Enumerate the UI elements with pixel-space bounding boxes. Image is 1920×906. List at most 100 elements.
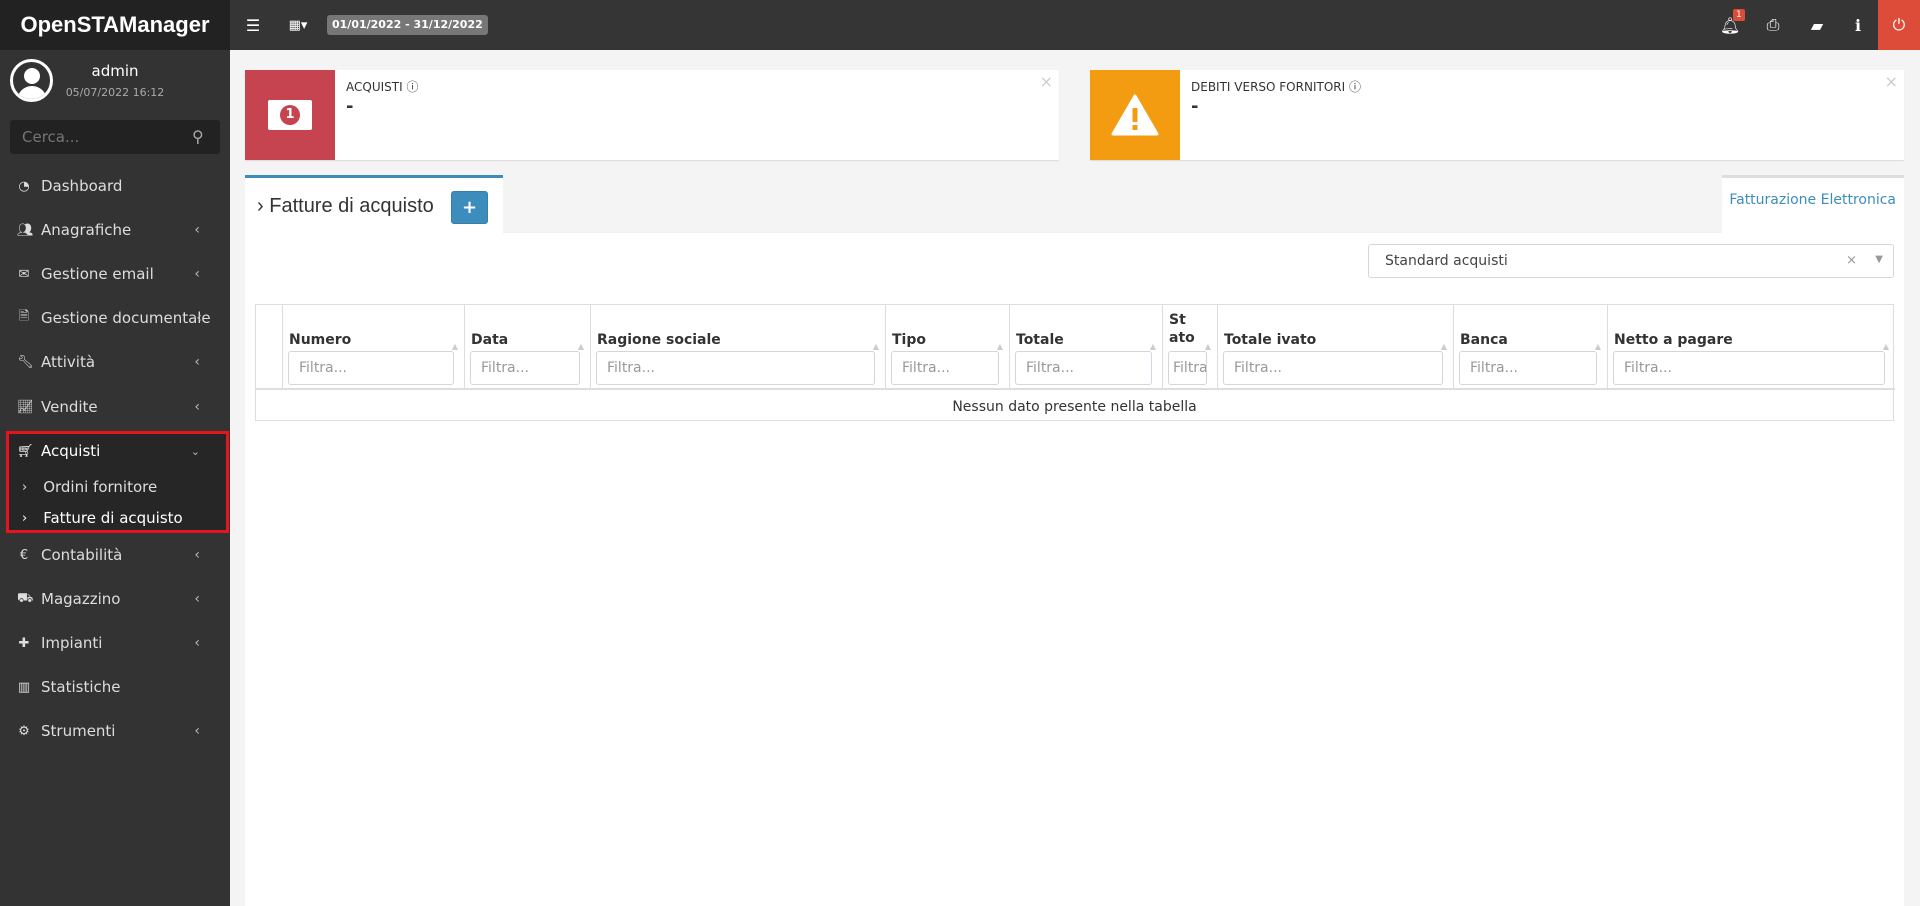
main-panel: › Fatture di acquisto + Fatturazione Ele… <box>245 175 1904 906</box>
sort-icon[interactable]: ▲ <box>997 342 1003 351</box>
sidebar-item-label: Vendite <box>41 398 98 416</box>
info-icon[interactable]: i <box>1838 0 1878 50</box>
search-icon[interactable]: ⚲ <box>192 127 204 146</box>
tab-bar: › Fatture di acquisto + Fatturazione Ele… <box>245 175 1904 234</box>
help-icon[interactable]: ⓘ <box>406 80 418 94</box>
close-icon[interactable]: × <box>1885 72 1898 91</box>
column-header-totale[interactable]: Totale ▲ <box>1010 305 1163 390</box>
column-header-data[interactable]: Data ▲ <box>465 305 591 390</box>
filter-input-numero[interactable] <box>288 351 454 385</box>
sidebar-item-attivita[interactable]: 🔧︎ Attività ‹ <box>0 344 230 380</box>
sort-icon[interactable]: ▲ <box>578 342 584 351</box>
sidebar-item-magazzino[interactable]: ⛟ Magazzino ‹ <box>0 581 230 617</box>
column-header-netto-a-pagare[interactable]: Netto a pagare ▲ <box>1608 305 1895 390</box>
add-button[interactable]: + <box>451 191 488 224</box>
help-icon[interactable]: ⓘ <box>1349 80 1361 94</box>
chevron-right-icon: › <box>22 479 28 495</box>
sidebar-item-vendite[interactable]: 📈︎ Vendite ‹ <box>0 389 230 425</box>
sidebar-item-label: Ordini fornitore <box>43 478 158 496</box>
filter-input-netto-a-pagare[interactable] <box>1613 351 1885 385</box>
sort-icon[interactable]: ▲ <box>1205 342 1211 351</box>
line-chart-icon: 📈︎ <box>17 399 34 415</box>
segment-select[interactable]: Standard acquisti × ▼ <box>1368 244 1894 278</box>
column-header-stato[interactable]: Stato ▲ <box>1163 305 1218 390</box>
book-icon[interactable]: ▰ <box>1797 0 1837 50</box>
close-icon[interactable]: × <box>1040 72 1053 91</box>
filter-input-data[interactable] <box>470 351 580 385</box>
sort-icon[interactable]: ▲ <box>452 342 458 351</box>
chevron-left-icon: ‹ <box>194 723 200 739</box>
column-header-banca[interactable]: Banca ▲ <box>1454 305 1608 390</box>
filter-input-tipo[interactable] <box>891 351 999 385</box>
chevron-left-icon: ‹ <box>194 399 200 415</box>
chevron-right-icon: › <box>257 195 264 217</box>
sort-icon[interactable]: ▲ <box>1441 342 1447 351</box>
filter-input-stato[interactable] <box>1168 351 1207 385</box>
sidebar-item-label: Anagrafiche <box>41 221 132 239</box>
sidebar-item-anagrafiche[interactable]: 👥︎ Anagrafiche ‹ <box>0 212 230 248</box>
filter-input-banca[interactable] <box>1459 351 1597 385</box>
column-label: Ragione sociale <box>597 332 721 348</box>
app-logo[interactable]: OpenSTAManager <box>0 0 230 50</box>
sidebar-item-contabilita[interactable]: € Contabilità ‹ <box>0 537 230 573</box>
menu-icon[interactable]: ☰ <box>238 0 268 50</box>
filter-input-totale-ivato[interactable] <box>1223 351 1443 385</box>
column-header-numero[interactable]: Numero ▲ <box>283 305 465 390</box>
date-range-badge[interactable]: 01/01/2022 - 31/12/2022 <box>327 15 488 35</box>
sidebar-item-label: Dashboard <box>41 177 123 195</box>
calendar-icon[interactable]: ▦▾ <box>282 0 314 50</box>
data-table: Numero ▲ Data ▲ Ragione sociale ▲ Tipo ▲ Tot… <box>255 304 1895 421</box>
chevron-left-icon: ‹ <box>194 591 200 607</box>
bell-icon[interactable]: 🔔︎ 1 <box>1710 0 1750 50</box>
tab-fatturazione-elettronica[interactable]: Fatturazione Elettronica <box>1722 175 1904 234</box>
clear-icon[interactable]: × <box>1846 253 1857 268</box>
column-header-tipo[interactable]: Tipo ▲ <box>886 305 1010 390</box>
chevron-left-icon: ‹ <box>196 310 202 326</box>
print-icon[interactable]: ⎙ <box>1753 0 1793 50</box>
sidebar-item-label: Gestione documentale <box>41 309 211 327</box>
sidebar-item-dashboard[interactable]: ◔ Dashboard <box>0 168 230 204</box>
chevron-left-icon: ‹ <box>194 635 200 651</box>
filter-input-totale[interactable] <box>1015 351 1152 385</box>
dashboard-icon: ◔ <box>18 178 30 194</box>
tab-fatture-di-acquisto[interactable]: › Fatture di acquisto + <box>245 175 503 234</box>
notification-badge: 1 <box>1733 9 1745 21</box>
sidebar-item-label: Strumenti <box>41 722 116 740</box>
column-label: Tipo <box>892 332 926 348</box>
info-box-title: DEBITI VERSO FORNITORI <box>1191 80 1346 94</box>
cart-icon: 🛒︎ <box>17 443 34 459</box>
sidebar-item-statistiche[interactable]: ▥ Statistiche <box>0 669 230 705</box>
column-label: Totale ivato <box>1224 332 1317 348</box>
sidebar-item-label: Impianti <box>41 634 103 652</box>
filter-input-ragione-sociale[interactable] <box>596 351 875 385</box>
sort-icon[interactable]: ▲ <box>873 342 879 351</box>
info-box-acquisti: 1 ACQUISTI ⓘ - × <box>245 70 1059 160</box>
top-navbar: ☰ ▦▾ 01/01/2022 - 31/12/2022 🔔︎ 1 ⎙ ▰ i ⏻ <box>230 0 1920 50</box>
column-header-totale-ivato[interactable]: Totale ivato ▲ <box>1218 305 1454 390</box>
file-icon: 🗎︎ <box>18 309 30 324</box>
sidebar-search-input[interactable] <box>10 120 220 154</box>
tab-label: Fatturazione Elettronica <box>1729 192 1896 208</box>
sidebar-item-acquisti[interactable]: 🛒︎ Acquisti ⌄ <box>0 433 230 469</box>
sort-icon[interactable]: ▲ <box>1883 342 1889 351</box>
sort-icon[interactable]: ▲ <box>1595 342 1601 351</box>
envelope-icon: ✉ <box>18 266 30 282</box>
money-icon: 1 <box>245 70 335 160</box>
truck-icon: ⛟ <box>17 590 34 606</box>
sidebar-item-impianti[interactable]: ✚ Impianti ‹ <box>0 625 230 661</box>
sidebar-item-gestione-documentale[interactable]: 🗎︎ Gestione documentale ‹ <box>0 300 230 336</box>
column-label: Banca <box>1460 332 1508 348</box>
column-header-ragione-sociale[interactable]: Ragione sociale ▲ <box>591 305 886 390</box>
empty-table-message: Nessun dato presente nella tabella <box>952 399 1197 415</box>
power-icon[interactable]: ⏻ <box>1878 0 1920 50</box>
sidebar-item-gestione-email[interactable]: ✉ Gestione email ‹ <box>0 256 230 292</box>
select-value: Standard acquisti <box>1385 253 1508 269</box>
column-label: Numero <box>289 332 352 348</box>
sidebar-item-label: Attività <box>41 353 96 371</box>
wrench-icon: 🔧︎ <box>17 354 34 370</box>
sidebar-subitem-ordini-fornitore[interactable]: › Ordini fornitore <box>0 473 230 501</box>
sort-icon[interactable]: ▲ <box>1150 342 1156 351</box>
sidebar-subitem-fatture-di-acquisto[interactable]: › Fatture di acquisto <box>0 504 230 532</box>
caret-down-icon: ▼ <box>1875 254 1883 265</box>
sidebar-item-strumenti[interactable]: ⚙ Strumenti ‹ <box>0 713 230 749</box>
